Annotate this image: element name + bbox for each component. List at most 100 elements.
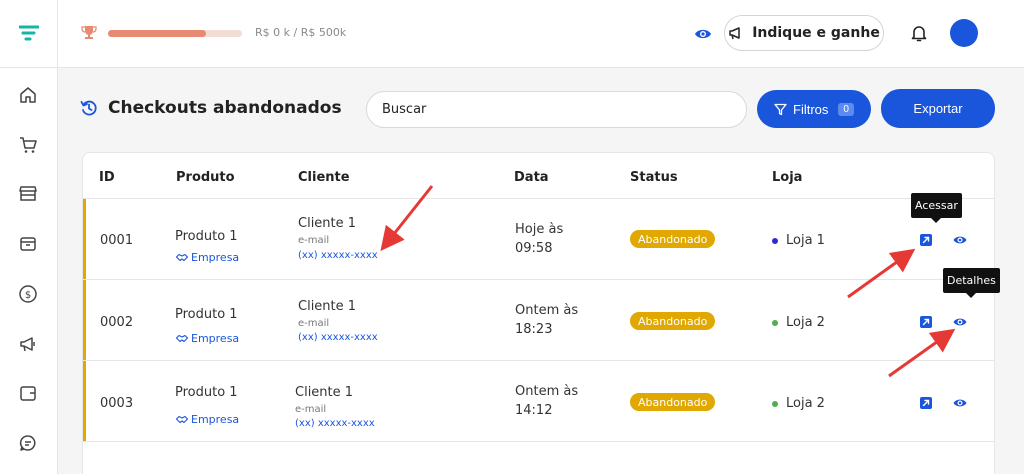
sidebar-item-store[interactable]	[13, 178, 43, 208]
row-date-line2: 18:23	[515, 322, 553, 337]
store-dot	[772, 319, 778, 326]
page-header: Checkouts abandonados	[80, 98, 342, 118]
row-status-accent	[83, 361, 86, 441]
refer-and-earn-button[interactable]: Indique e ganhe	[724, 15, 884, 51]
column-header-data: Data	[514, 170, 549, 185]
revenue-progress-bar	[108, 30, 242, 37]
megaphone-icon	[729, 27, 740, 40]
table-header: ID Produto Cliente Data Status Loja	[83, 153, 994, 199]
column-header-status: Status	[630, 170, 678, 185]
view-details-icon[interactable]	[953, 315, 967, 329]
row-client-name: Cliente 1	[298, 299, 357, 314]
store-dot	[772, 237, 778, 244]
row-status-accent	[83, 199, 86, 279]
column-header-produto: Produto	[176, 170, 235, 185]
table-row[interactable]: 0002 Produto 1 Empresa Cliente 1 e-mail …	[83, 280, 994, 361]
eye-icon[interactable]	[694, 25, 712, 43]
status-badge: Abandonado	[630, 312, 716, 330]
svg-text:$: $	[25, 290, 31, 301]
trophy-icon	[81, 26, 97, 39]
filter-icon	[774, 103, 787, 115]
store-icon	[19, 186, 37, 201]
row-client-phone[interactable]: (xx) xxxxx-xxxx	[298, 332, 378, 343]
row-client-name: Cliente 1	[295, 385, 354, 400]
row-client-email: e-mail	[298, 318, 330, 329]
row-client-email: e-mail	[295, 404, 327, 415]
row-client-name: Cliente 1	[298, 216, 357, 231]
tooltip-details: Detalhes	[943, 268, 1000, 298]
access-icon[interactable]	[919, 396, 933, 410]
access-icon[interactable]	[919, 233, 933, 247]
row-product: Produto 1	[175, 307, 238, 322]
table-row[interactable]: 0001 Produto 1 Empresa Cliente 1 e-mail …	[83, 199, 994, 280]
row-store: Loja 2	[772, 396, 825, 411]
row-id: 0002	[100, 315, 134, 330]
status-badge: Abandonado	[630, 230, 716, 248]
status-badge: Abandonado	[630, 393, 716, 411]
table-row[interactable]: 0003 Produto 1 Empresa Cliente 1 e-mail …	[83, 361, 994, 442]
filters-button[interactable]: Filtros 0	[757, 90, 871, 128]
row-store: Loja 1	[772, 233, 825, 248]
row-company-label: Empresa	[191, 413, 240, 426]
bell-icon[interactable]	[909, 23, 929, 43]
column-header-cliente: Cliente	[298, 170, 350, 185]
sidebar: $	[0, 0, 58, 474]
handshake-icon	[176, 334, 188, 343]
filters-count-badge: 0	[838, 102, 854, 116]
megaphone-icon	[20, 337, 35, 352]
filters-label: Filtros	[793, 101, 829, 117]
export-button[interactable]: Exportar	[881, 89, 995, 128]
dollar-icon: $	[19, 285, 37, 303]
store-dot	[772, 400, 778, 407]
row-store-label: Loja 2	[786, 315, 825, 330]
view-details-icon[interactable]	[953, 233, 967, 247]
row-client-email: e-mail	[298, 235, 330, 246]
brand-logo[interactable]	[0, 0, 58, 68]
top-header: R$ 0 k / R$ 500k Indique e ganhe	[58, 0, 1024, 68]
column-header-id: ID	[99, 170, 115, 185]
logo-icon	[19, 25, 39, 40]
row-store: Loja 2	[772, 315, 825, 330]
row-company[interactable]: Empresa	[176, 251, 239, 264]
row-company[interactable]: Empresa	[176, 332, 239, 345]
row-product: Produto 1	[175, 229, 238, 244]
row-store-label: Loja 2	[786, 396, 825, 411]
wallet-icon	[20, 386, 36, 401]
sidebar-item-home[interactable]	[13, 80, 43, 110]
history-icon	[80, 100, 97, 116]
sidebar-item-support[interactable]	[13, 428, 43, 458]
sidebar-item-cart[interactable]	[13, 130, 43, 160]
row-date-line1: Hoje às	[515, 222, 564, 237]
row-company-label: Empresa	[191, 332, 240, 345]
search-input[interactable]	[366, 91, 747, 128]
handshake-icon	[176, 253, 188, 262]
revenue-progress-text: R$ 0 k / R$ 500k	[255, 26, 347, 39]
cart-icon	[20, 137, 37, 153]
access-icon[interactable]	[919, 315, 933, 329]
tooltip-access: Acessar	[911, 193, 962, 223]
column-header-loja: Loja	[772, 170, 803, 185]
row-client-phone[interactable]: (xx) xxxxx-xxxx	[298, 250, 378, 261]
page-title: Checkouts abandonados	[108, 98, 342, 118]
abandoned-checkouts-table: ID Produto Cliente Data Status Loja 0001…	[82, 152, 995, 474]
row-date-line1: Ontem às	[515, 303, 579, 318]
row-client-phone[interactable]: (xx) xxxxx-xxxx	[295, 418, 375, 429]
refer-and-earn-label: Indique e ganhe	[752, 25, 880, 41]
sidebar-item-finance[interactable]: $	[13, 279, 43, 309]
row-id: 0001	[100, 233, 134, 248]
view-details-icon[interactable]	[953, 396, 967, 410]
row-company[interactable]: Empresa	[176, 413, 239, 426]
row-product: Produto 1	[175, 385, 238, 400]
row-company-label: Empresa	[191, 251, 240, 264]
row-date-line2: 14:12	[515, 403, 553, 418]
sidebar-item-wallet[interactable]	[13, 378, 43, 408]
revenue-progress-fill	[108, 30, 206, 37]
row-id: 0003	[100, 396, 134, 411]
sidebar-item-marketing[interactable]	[13, 329, 43, 359]
box-icon	[20, 237, 36, 251]
chat-icon	[19, 435, 36, 451]
sidebar-item-products[interactable]	[13, 228, 43, 258]
row-date-line2: 09:58	[515, 241, 553, 256]
row-status-accent	[83, 280, 86, 360]
avatar[interactable]	[950, 19, 978, 47]
